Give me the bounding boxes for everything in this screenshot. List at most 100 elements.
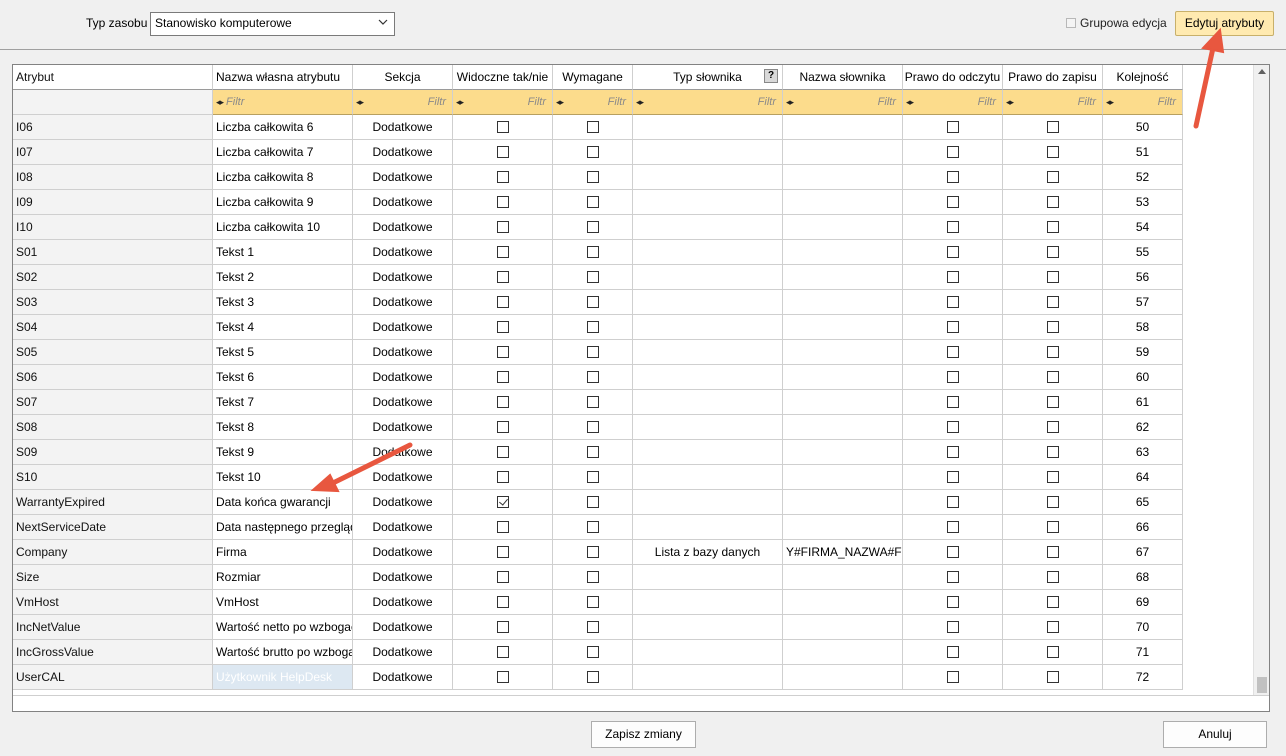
table-row[interactable]: S08 Tekst 8 Dodatkowe 62 <box>13 415 1184 440</box>
cell-dict-name[interactable] <box>783 215 903 240</box>
cell-required-checkbox[interactable] <box>586 621 599 633</box>
cell-write-checkbox[interactable] <box>1046 496 1059 508</box>
cell-order[interactable]: 52 <box>1103 165 1183 190</box>
cell-name[interactable]: Liczba całkowita 6 <box>213 115 353 140</box>
cell-name[interactable]: VmHost <box>213 590 353 615</box>
cell-visible-checkbox[interactable] <box>496 196 509 208</box>
cell-dict-type[interactable]: Lista z bazy danych <box>633 540 783 565</box>
cell-dict-name[interactable] <box>783 390 903 415</box>
cell-dict-name[interactable] <box>783 465 903 490</box>
cell-order[interactable]: 64 <box>1103 465 1183 490</box>
cell-name[interactable]: Data końca gwarancji <box>213 490 353 515</box>
cell-order[interactable]: 63 <box>1103 440 1183 465</box>
cell-dict-name[interactable] <box>783 340 903 365</box>
cell-read-checkbox[interactable] <box>946 446 959 458</box>
table-row[interactable]: S09 Tekst 9 Dodatkowe 63 <box>13 440 1184 465</box>
cell-dict-type[interactable] <box>633 440 783 465</box>
column-header-dict-type[interactable]: Typ słownika ? <box>633 65 783 90</box>
cell-dict-name[interactable] <box>783 190 903 215</box>
filter-dict-name[interactable]: ◂▸ Filtr <box>783 90 903 115</box>
cell-order[interactable]: 68 <box>1103 565 1183 590</box>
cell-dict-name[interactable] <box>783 365 903 390</box>
cell-dict-type[interactable] <box>633 390 783 415</box>
cell-name[interactable]: Tekst 1 <box>213 240 353 265</box>
cell-read-checkbox[interactable] <box>946 471 959 483</box>
cell-write-checkbox[interactable] <box>1046 521 1059 533</box>
filter-required[interactable]: ◂▸ Filtr <box>553 90 633 115</box>
cell-required-checkbox[interactable] <box>586 546 599 558</box>
cell-required-checkbox[interactable] <box>586 371 599 383</box>
cell-section[interactable]: Dodatkowe <box>353 265 453 290</box>
cell-read-checkbox[interactable] <box>946 496 959 508</box>
cell-dict-name[interactable] <box>783 565 903 590</box>
help-icon[interactable]: ? <box>764 69 778 83</box>
table-row[interactable]: S06 Tekst 6 Dodatkowe 60 <box>13 365 1184 390</box>
cell-dict-name[interactable] <box>783 415 903 440</box>
table-row[interactable]: S10 Tekst 10 Dodatkowe 64 <box>13 465 1184 490</box>
cell-read-checkbox[interactable] <box>946 671 959 683</box>
cell-write-checkbox[interactable] <box>1046 621 1059 633</box>
cell-read-checkbox[interactable] <box>946 421 959 433</box>
cell-visible-checkbox[interactable] <box>496 221 509 233</box>
cell-read-checkbox[interactable] <box>946 271 959 283</box>
cell-dict-name[interactable] <box>783 115 903 140</box>
cell-order[interactable]: 60 <box>1103 365 1183 390</box>
cell-dict-type[interactable] <box>633 615 783 640</box>
table-row[interactable]: I08 Liczba całkowita 8 Dodatkowe 52 <box>13 165 1184 190</box>
filter-operator-icon[interactable]: ◂▸ <box>216 97 224 108</box>
table-row[interactable]: S01 Tekst 1 Dodatkowe 55 <box>13 240 1184 265</box>
table-row[interactable]: I09 Liczba całkowita 9 Dodatkowe 53 <box>13 190 1184 215</box>
cell-visible-checkbox[interactable] <box>496 121 509 133</box>
cell-write-checkbox[interactable] <box>1046 671 1059 683</box>
filter-operator-icon[interactable]: ◂▸ <box>786 97 794 108</box>
cell-visible-checkbox[interactable] <box>496 496 509 508</box>
cell-dict-name[interactable] <box>783 165 903 190</box>
cell-visible-checkbox[interactable] <box>496 621 509 633</box>
table-row[interactable]: I06 Liczba całkowita 6 Dodatkowe 50 <box>13 115 1184 140</box>
filter-order[interactable]: ◂▸ Filtr <box>1103 90 1183 115</box>
cell-read-checkbox[interactable] <box>946 296 959 308</box>
cell-section[interactable]: Dodatkowe <box>353 215 453 240</box>
table-row[interactable]: S07 Tekst 7 Dodatkowe 61 <box>13 390 1184 415</box>
cell-visible-checkbox[interactable] <box>496 671 509 683</box>
filter-name[interactable]: ◂▸ Filtr <box>213 90 353 115</box>
cell-name[interactable]: Tekst 2 <box>213 265 353 290</box>
table-row[interactable]: VmHost VmHost Dodatkowe 69 <box>13 590 1184 615</box>
cell-order[interactable]: 67 <box>1103 540 1183 565</box>
cell-dict-name[interactable] <box>783 515 903 540</box>
filter-operator-icon[interactable]: ◂▸ <box>356 97 364 108</box>
cell-write-checkbox[interactable] <box>1046 196 1059 208</box>
cell-visible-checkbox[interactable] <box>496 371 509 383</box>
cell-name[interactable]: Tekst 5 <box>213 340 353 365</box>
cell-visible-checkbox[interactable] <box>496 171 509 183</box>
cell-dict-type[interactable] <box>633 590 783 615</box>
cell-dict-type[interactable] <box>633 415 783 440</box>
table-row[interactable]: S04 Tekst 4 Dodatkowe 58 <box>13 315 1184 340</box>
edit-attributes-button[interactable]: Edytuj atrybuty <box>1175 11 1274 36</box>
cell-section[interactable]: Dodatkowe <box>353 490 453 515</box>
cell-write-checkbox[interactable] <box>1046 646 1059 658</box>
cell-name[interactable]: Firma <box>213 540 353 565</box>
cell-name[interactable]: Tekst 7 <box>213 390 353 415</box>
cell-dict-type[interactable] <box>633 665 783 690</box>
cell-section[interactable]: Dodatkowe <box>353 140 453 165</box>
cell-section[interactable]: Dodatkowe <box>353 240 453 265</box>
cell-dict-type[interactable] <box>633 565 783 590</box>
cell-dict-type[interactable] <box>633 240 783 265</box>
column-header-write[interactable]: Prawo do zapisu <box>1003 65 1103 90</box>
cell-dict-name[interactable] <box>783 440 903 465</box>
cell-dict-name[interactable] <box>783 590 903 615</box>
cell-required-checkbox[interactable] <box>586 146 599 158</box>
cell-name[interactable]: Wartość netto po wzbogaceniu <box>213 615 353 640</box>
cell-required-checkbox[interactable] <box>586 121 599 133</box>
cell-visible-checkbox[interactable] <box>496 446 509 458</box>
filter-operator-icon[interactable]: ◂▸ <box>456 97 464 108</box>
cell-read-checkbox[interactable] <box>946 396 959 408</box>
column-header-dict-name[interactable]: Nazwa słownika <box>783 65 903 90</box>
cell-visible-checkbox[interactable] <box>496 321 509 333</box>
cell-write-checkbox[interactable] <box>1046 446 1059 458</box>
cell-write-checkbox[interactable] <box>1046 321 1059 333</box>
cell-visible-checkbox[interactable] <box>496 646 509 658</box>
cell-read-checkbox[interactable] <box>946 371 959 383</box>
cell-section[interactable]: Dodatkowe <box>353 565 453 590</box>
